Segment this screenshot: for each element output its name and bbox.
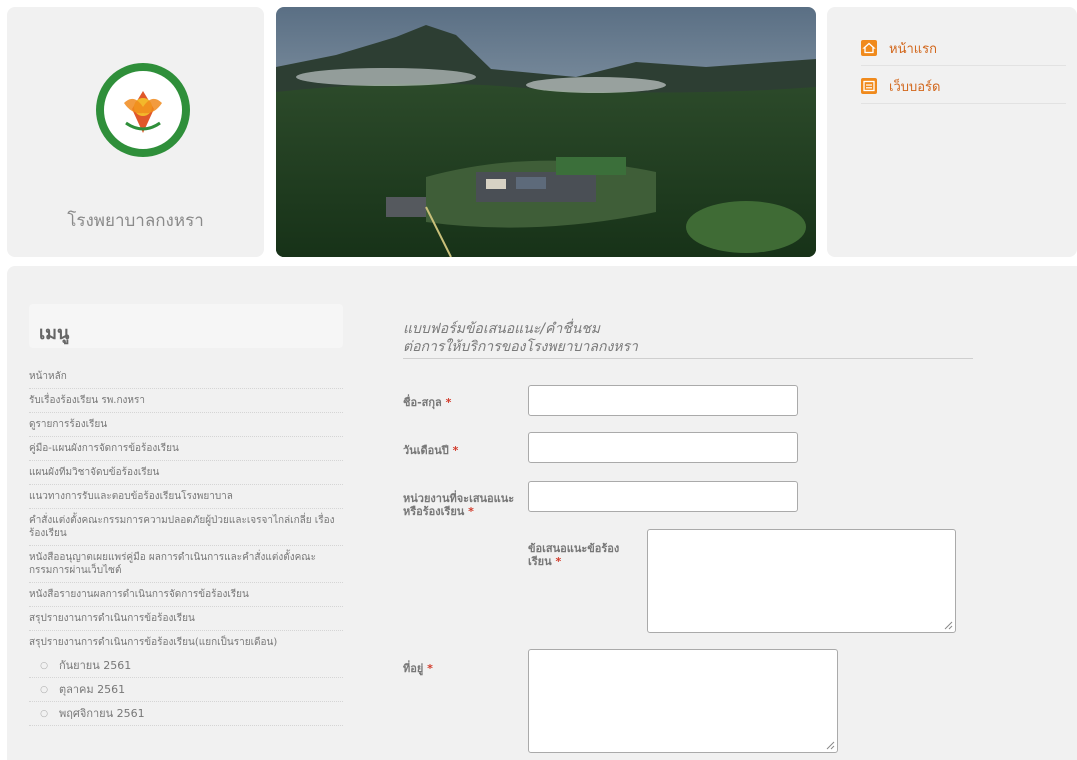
nav-home-link[interactable]: หน้าแรก [861,37,937,59]
bullet-icon: ○ [40,685,48,695]
department-label-text: หน่วยงานที่จะเสนอแนะหรือร้องเรียน [403,492,515,518]
form-title-line-2: ต่อการให้บริการของโรงพยาบาลกงหรา [403,339,638,355]
bullet-icon: ○ [40,661,48,671]
nav-divider [861,103,1066,104]
nav-webboard-link[interactable]: เว็บบอร์ด [861,75,940,97]
sidebar-item-manual[interactable]: คู่มือ-แผนผังการจัดการข้อร้องเรียน [29,437,343,461]
suggestion-field-label: ข้อเสนอแนะข้อร้องเรียน * [528,542,633,568]
required-marker: * [452,444,459,457]
resize-handle-icon[interactable] [826,741,835,750]
sidebar-item-report-letter[interactable]: หนังสือรายงานผลการดำเนินการจัดการข้อร้อง… [29,583,343,607]
logo-panel: โรงพยาบาลกงหรา [7,7,264,257]
feedback-form: แบบฟอร์มข้อเสนอแนะ/คำชื่นชม ต่อการให้บริ… [403,320,983,753]
sidebar-subitem-label[interactable]: กันยายน 2561 [59,659,131,672]
sidebar-subitem-month[interactable]: ○ ตุลาคม 2561 [29,678,343,702]
address-textarea[interactable] [528,649,838,753]
department-input[interactable] [528,481,798,512]
address-label-text: ที่อยู่ [403,662,424,675]
sidebar-item-team-chart[interactable]: แผนผังทีมวิชาจัดบข้อร้องเรียน [29,461,343,485]
sidebar-subitem-label[interactable]: ตุลาคม 2561 [59,683,125,696]
main-content-panel: เมนู หน้าหลัก รับเรื่องร้องเรียน รพ.กงหร… [7,266,1077,760]
sidebar-subitem-label[interactable]: พฤศจิกายน 2561 [59,707,145,720]
required-marker: * [445,396,452,409]
address-field-label: ที่อยู่ * [403,662,433,675]
board-icon [861,78,877,94]
sidebar-subitem-month[interactable]: ○ กันยายน 2561 [29,654,343,678]
sidebar-subitem-month[interactable]: ○ พฤศจิกายน 2561 [29,702,343,726]
name-field-label: ชื่อ-สกุล * [403,396,451,409]
sidebar-item-submit-complaint[interactable]: รับเรื่องร้องเรียน รพ.กงหรา [29,389,343,413]
bullet-icon: ○ [40,709,48,719]
hospital-seal-logo [96,63,190,157]
form-title: แบบฟอร์มข้อเสนอแนะ/คำชื่นชม ต่อการให้บริ… [403,320,973,359]
suggestion-textarea[interactable] [647,529,956,633]
required-marker: * [468,505,474,518]
required-marker: * [555,555,562,568]
nav-home-label[interactable]: หน้าแรก [889,38,937,59]
hospital-aerial-photo [276,7,816,257]
name-label-text: ชื่อ-สกุล [403,396,442,409]
top-nav-panel: หน้าแรก เว็บบอร์ด [827,7,1077,257]
suggestion-label-text: ข้อเสนอแนะข้อร้องเรียน [528,542,620,568]
sidebar-item-view-complaints[interactable]: ดูรายการร้องเรียน [29,413,343,437]
resize-handle-icon[interactable] [944,621,953,630]
name-input[interactable] [528,385,798,416]
sidebar-menu: เมนู หน้าหลัก รับเรื่องร้องเรียน รพ.กงหร… [29,304,343,726]
sidebar-item-home[interactable]: หน้าหลัก [29,365,343,389]
required-marker: * [427,662,433,675]
home-icon [861,40,877,56]
hospital-name: โรงพยาบาลกงหรา [67,211,204,231]
date-input[interactable] [528,432,798,463]
sidebar-item-publish-permission[interactable]: หนังสืออนุญาตเผยแพร่คู่มือ ผลการดำเนินกา… [29,546,343,583]
date-label-text: วันเดือนปี [403,444,449,457]
form-title-line-1: แบบฟอร์มข้อเสนอแนะ/คำชื่นชม [403,321,601,337]
sidebar-item-monthly-summary[interactable]: สรุปรายงานการดำเนินการข้อร้องเรียน(แยกเป… [29,631,343,654]
nav-webboard-label[interactable]: เว็บบอร์ด [889,76,940,97]
sidebar-item-committee-order[interactable]: คำสั่งแต่งตั้งคณะกรรมการความปลอดภัยผู้ป่… [29,509,343,546]
menu-title: เมนู [29,304,343,348]
sidebar-item-report-summary[interactable]: สรุปรายงานการดำเนินการข้อร้องเรียน [29,607,343,631]
sidebar-item-guidelines[interactable]: แนวทางการรับและตอบข้อร้องเรียนโรงพยาบาล [29,485,343,509]
date-field-label: วันเดือนปี * [403,444,458,457]
department-field-label: หน่วยงานที่จะเสนอแนะหรือร้องเรียน * [403,492,523,518]
nav-divider [861,65,1066,66]
